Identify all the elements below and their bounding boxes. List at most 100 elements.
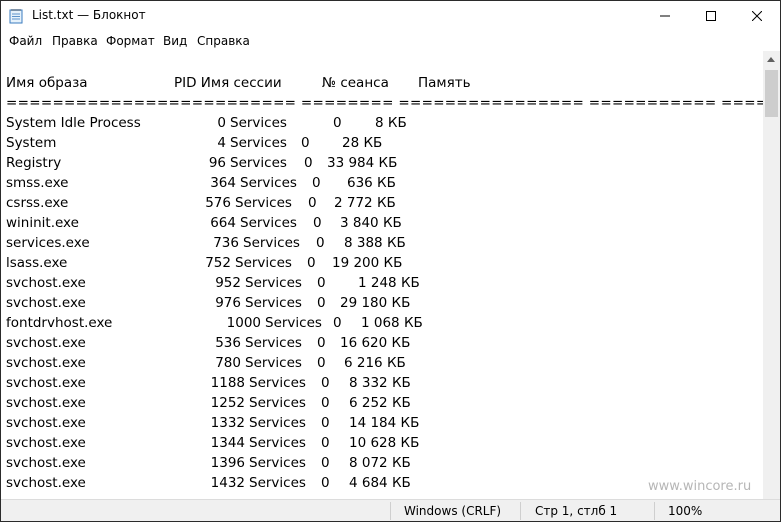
row-pid: 976 [215, 295, 241, 311]
row-image-name: System Idle Process [6, 115, 141, 131]
window-title: List.txt — Блокнот [32, 8, 146, 22]
row-pid: 1332 [210, 415, 245, 431]
row-memory: 8 072 КБ [349, 455, 411, 471]
row-session-name: Services [245, 275, 302, 291]
status-zoom: 100% [668, 504, 703, 518]
close-button[interactable] [734, 1, 780, 31]
row-image-name: svchost.exe [6, 455, 86, 471]
row-pid: 96 [208, 155, 226, 171]
row-image-name: svchost.exe [6, 355, 86, 371]
row-image-name: System [6, 135, 57, 151]
row-memory: 10 628 КБ [349, 435, 420, 451]
row-session-name: Services [265, 315, 322, 331]
row-pid: 780 [215, 355, 241, 371]
row-memory: 1 248 КБ [358, 275, 420, 291]
row-memory: 6 252 КБ [349, 395, 411, 411]
row-session-name: Services [245, 335, 302, 351]
row-pid: 752 [205, 255, 231, 271]
row-image-name: svchost.exe [6, 395, 86, 411]
row-pid: 576 [205, 195, 231, 211]
row-session-name: Services [245, 355, 302, 371]
row-memory: 33 984 КБ [327, 155, 398, 171]
row-image-name: fontdrvhost.exe [6, 315, 113, 331]
row-image-name: svchost.exe [6, 335, 86, 351]
menu-help[interactable]: Справка [197, 34, 250, 48]
row-session-name: Services [240, 175, 297, 191]
menu-file[interactable]: Файл [9, 34, 42, 48]
row-pid: 1000 [226, 315, 261, 331]
row-image-name: svchost.exe [6, 415, 86, 431]
row-session-name: Services [249, 395, 306, 411]
row-image-name: svchost.exe [6, 475, 86, 491]
row-memory: 636 КБ [347, 175, 396, 191]
minimize-button[interactable] [642, 1, 688, 31]
row-pid: 1432 [210, 475, 245, 491]
menu-format[interactable]: Формат [106, 34, 155, 48]
row-session-number: 0 [321, 375, 330, 391]
header-session-number: № сеанса [322, 75, 389, 91]
menu-edit[interactable]: Правка [52, 34, 98, 48]
row-image-name: wininit.exe [6, 215, 79, 231]
row-session-number: 0 [316, 235, 325, 251]
row-memory: 16 620 КБ [340, 335, 411, 351]
row-pid: 664 [210, 215, 236, 231]
row-session-number: 0 [313, 215, 322, 231]
row-image-name: services.exe [6, 235, 90, 251]
row-memory: 1 068 КБ [361, 315, 423, 331]
row-session-name: Services [249, 375, 306, 391]
row-session-name: Services [230, 115, 287, 131]
row-memory: 2 772 КБ [334, 195, 396, 211]
minimize-icon [660, 15, 670, 17]
row-image-name: svchost.exe [6, 435, 86, 451]
row-session-name: Services [249, 455, 306, 471]
vertical-scrollbar[interactable] [763, 51, 780, 499]
header-memory: Память [418, 75, 471, 91]
status-position: Стр 1, стлб 1 [535, 504, 618, 518]
maximize-button[interactable] [688, 1, 734, 31]
row-pid: 4 [217, 135, 226, 151]
row-session-name: Services [230, 135, 287, 151]
row-session-name: Services [240, 215, 297, 231]
row-image-name: csrss.exe [6, 195, 69, 211]
row-session-number: 0 [333, 115, 342, 131]
row-session-number: 0 [317, 295, 326, 311]
row-image-name: svchost.exe [6, 275, 86, 291]
row-session-name: Services [249, 435, 306, 451]
notepad-icon [9, 9, 23, 24]
row-session-name: Services [243, 235, 300, 251]
status-encoding: Windows (CRLF) [404, 504, 502, 518]
row-memory: 8 388 КБ [344, 235, 406, 251]
row-session-number: 0 [307, 255, 316, 271]
row-session-number: 0 [317, 355, 326, 371]
close-icon [752, 11, 762, 21]
row-pid: 536 [215, 335, 241, 351]
text-editor[interactable]: Имя образа PID Имя сессии № сеанса Памят… [1, 51, 763, 499]
row-session-number: 0 [317, 335, 326, 351]
row-session-name: Services [235, 255, 292, 271]
maximize-icon [706, 11, 716, 21]
title-bar[interactable]: List.txt — Блокнот [1, 1, 780, 31]
row-session-name: Services [235, 195, 292, 211]
row-session-number: 0 [321, 395, 330, 411]
row-memory: 4 684 КБ [349, 475, 411, 491]
watermark-text: www.wincore.ru [648, 479, 752, 494]
row-pid: 1344 [210, 435, 245, 451]
row-image-name: Registry [6, 155, 62, 171]
row-memory: 8 КБ [375, 115, 407, 131]
row-session-number: 0 [321, 415, 330, 431]
status-bar: Windows (CRLF) Стр 1, стлб 1 100% [1, 499, 780, 521]
menu-bar: Файл Правка Формат Вид Справка [1, 31, 780, 51]
row-session-number: 0 [308, 195, 317, 211]
scroll-thumb[interactable] [765, 70, 778, 117]
row-memory: 3 840 КБ [340, 215, 402, 231]
row-session-number: 0 [321, 455, 330, 471]
row-session-number: 0 [321, 435, 330, 451]
menu-view[interactable]: Вид [163, 34, 187, 48]
row-pid: 0 [217, 115, 226, 131]
header-image-name: Имя образа [6, 75, 88, 91]
row-image-name: svchost.exe [6, 375, 86, 391]
row-memory: 6 216 КБ [344, 355, 406, 371]
row-pid: 1252 [210, 395, 245, 411]
row-pid: 1396 [210, 455, 245, 471]
scroll-up-icon[interactable] [767, 57, 775, 62]
